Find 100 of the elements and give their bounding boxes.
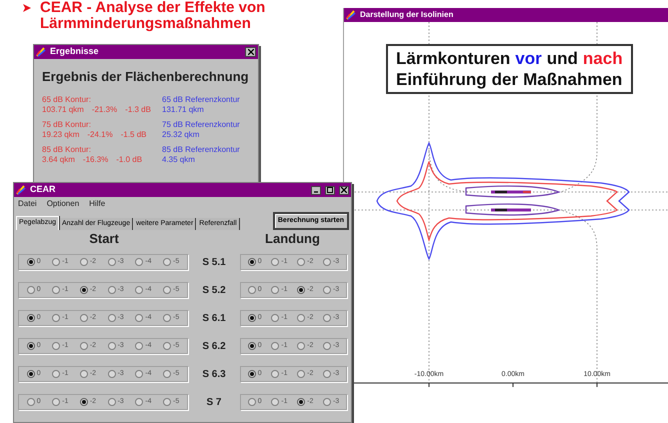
radio-button[interactable] xyxy=(52,258,60,266)
contour-value: 19.23 qkm xyxy=(42,130,80,140)
window-title: Ergebnisse xyxy=(50,45,100,58)
radio-button[interactable] xyxy=(52,398,60,406)
radio-button[interactable] xyxy=(271,370,280,378)
radio-button[interactable] xyxy=(297,398,306,406)
radio-button[interactable] xyxy=(163,286,171,294)
radio-button[interactable] xyxy=(52,342,60,350)
radio-button[interactable] xyxy=(135,370,144,378)
maximize-button[interactable] xyxy=(325,186,335,194)
contour-value: 4.35 qkm xyxy=(162,154,195,164)
menu-item[interactable]: Hilfe xyxy=(89,198,106,210)
radio-button[interactable] xyxy=(26,314,35,322)
contour-label: 85 dB Referenzkontur xyxy=(162,144,240,154)
annotation-text: vor xyxy=(515,48,542,69)
radio-button[interactable] xyxy=(297,370,306,378)
menu-item[interactable]: Optionen xyxy=(46,198,80,210)
radio-button[interactable] xyxy=(26,286,35,294)
contour-value: 131.71 qkm xyxy=(162,104,204,114)
radio-button[interactable] xyxy=(322,258,331,266)
radio-button[interactable] xyxy=(163,342,171,350)
radio-button[interactable] xyxy=(80,342,88,350)
radio-button[interactable] xyxy=(80,286,88,294)
radio-button[interactable] xyxy=(26,398,35,406)
radio-button[interactable] xyxy=(163,370,171,378)
contour-value: 3.64 qkm xyxy=(42,154,75,164)
contour-value: -24.1% xyxy=(87,130,113,140)
radio-button[interactable] xyxy=(248,370,256,378)
radio-button[interactable] xyxy=(297,258,306,266)
results-heading: Ergebnis der Flächenberechnung xyxy=(41,68,250,86)
radio-button[interactable] xyxy=(108,342,116,350)
radio-button[interactable] xyxy=(26,342,35,350)
radio-button[interactable] xyxy=(297,342,306,350)
radio-button[interactable] xyxy=(271,342,280,350)
radio-button[interactable] xyxy=(297,314,306,322)
radio-button[interactable] xyxy=(163,258,171,266)
app-icon xyxy=(346,10,356,20)
radio-button[interactable] xyxy=(108,398,116,406)
radio-button[interactable] xyxy=(80,398,88,406)
slide-title: Lärmminderungsmaßnahmen xyxy=(40,16,252,32)
radio-button[interactable] xyxy=(248,314,256,322)
radio-button[interactable] xyxy=(322,370,331,378)
radio-button[interactable] xyxy=(108,286,116,294)
close-button[interactable] xyxy=(339,186,349,194)
radio-button[interactable] xyxy=(135,258,144,266)
radio-button[interactable] xyxy=(248,342,256,350)
radio-button[interactable] xyxy=(322,314,331,322)
radio-button[interactable] xyxy=(322,286,331,294)
radio-button[interactable] xyxy=(80,258,88,266)
radio-button[interactable] xyxy=(135,314,144,322)
slide-title: CEAR - Analyse der Effekte von xyxy=(40,0,266,16)
maximize-icon xyxy=(327,187,333,193)
minimize-button[interactable] xyxy=(311,186,321,194)
annotation-text: Maßnahmen xyxy=(523,69,622,90)
radio-button[interactable] xyxy=(322,342,331,350)
contour-label: 75 dB Kontur: xyxy=(42,120,92,130)
radio-button[interactable] xyxy=(52,314,60,322)
radio-button[interactable] xyxy=(80,370,88,378)
radio-button[interactable] xyxy=(108,258,116,266)
contour-value: -1.0 dB xyxy=(116,154,142,164)
radio-button[interactable] xyxy=(108,314,116,322)
contour-label: 85 dB Kontur: xyxy=(42,144,92,154)
radio-button[interactable] xyxy=(271,314,280,322)
radio-button[interactable] xyxy=(163,314,171,322)
close-button[interactable] xyxy=(245,47,256,57)
annotation-text: der xyxy=(492,69,518,90)
radio-button[interactable] xyxy=(297,286,306,294)
contour-value: -1.3 dB xyxy=(125,104,151,114)
window-title: Darstellung der Isolinien xyxy=(360,9,454,21)
contour-value: -1.5 dB xyxy=(120,130,147,140)
radio-button[interactable] xyxy=(135,286,144,294)
radio-button[interactable] xyxy=(163,398,171,406)
app-icon xyxy=(16,185,26,195)
radio-button[interactable] xyxy=(248,258,256,266)
radio-button[interactable] xyxy=(52,286,60,294)
contour-value: -16.3% xyxy=(82,154,108,164)
annotation-text: nach xyxy=(582,48,623,69)
radio-button[interactable] xyxy=(271,258,280,266)
radio-button[interactable] xyxy=(248,398,256,406)
radio-button[interactable] xyxy=(26,258,35,266)
radio-button[interactable] xyxy=(108,370,116,378)
radio-button[interactable] xyxy=(80,314,88,322)
menu-item[interactable]: Datei xyxy=(18,198,37,210)
contour-label: 65 dB Kontur: xyxy=(42,94,92,104)
radio-button[interactable] xyxy=(135,398,144,406)
radio-button[interactable] xyxy=(271,398,280,406)
radio-button[interactable] xyxy=(271,286,280,294)
close-icon xyxy=(248,49,254,55)
radio-button[interactable] xyxy=(135,342,144,350)
contour-value: -21.3% xyxy=(92,104,118,114)
row-label: S 6.2 xyxy=(201,340,227,354)
radio-button[interactable] xyxy=(52,370,60,378)
row-label: S 7 xyxy=(205,396,222,410)
row-label: S 5.1 xyxy=(201,256,227,270)
radio-button[interactable] xyxy=(322,398,331,406)
contour-value: 25.32 qkm xyxy=(162,130,200,140)
contour-label: 75 dB Referenzkontur xyxy=(162,120,240,130)
radio-button[interactable] xyxy=(26,370,35,378)
radio-button[interactable] xyxy=(248,286,256,294)
contour-value: 103.71 qkm xyxy=(42,104,84,114)
